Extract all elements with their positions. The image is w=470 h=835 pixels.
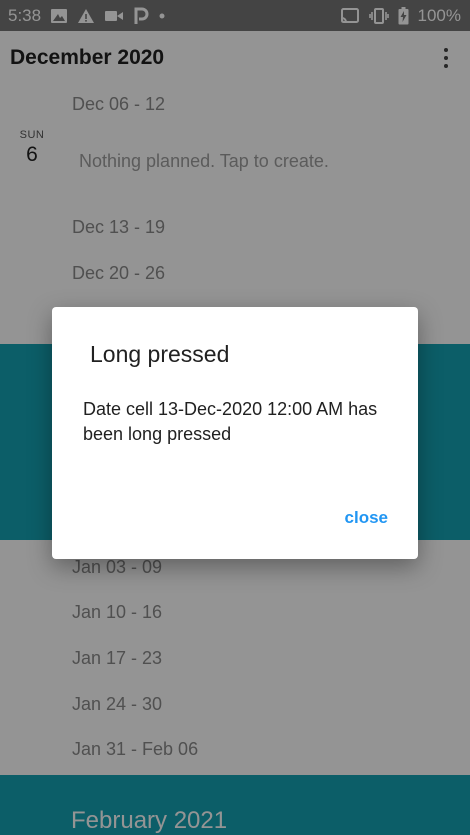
- dialog-message: Date cell 13-Dec-2020 12:00 AM has been …: [83, 399, 378, 444]
- alert-dialog: Long pressed Date cell 13-Dec-2020 12:00…: [52, 307, 418, 559]
- close-button[interactable]: close: [337, 504, 396, 532]
- dialog-title: Long pressed: [90, 341, 230, 367]
